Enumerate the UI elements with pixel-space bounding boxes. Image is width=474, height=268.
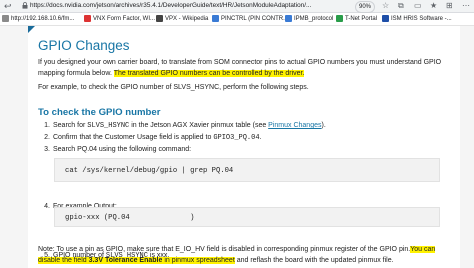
extensions-icon[interactable]: ⧉ xyxy=(398,0,404,12)
bookmark-item[interactable]: T-Net Portal xyxy=(336,13,377,25)
bookmark-favicon-icon xyxy=(285,14,292,22)
bookmark-favicon-icon xyxy=(212,14,219,22)
page-corner-decoration xyxy=(28,26,35,33)
section-heading: To check the GPIO number xyxy=(38,107,161,118)
code-block-command: cat /sys/kernel/debug/gpio | grep PQ.04 xyxy=(54,158,440,182)
url-bar[interactable]: https://docs.nvidia.com/jetson/archives/… xyxy=(30,0,320,12)
browser-toolbar: ↩ https://docs.nvidia.com/jetson/archive… xyxy=(0,0,474,13)
lock-icon xyxy=(22,2,28,9)
page-background: GPIO Changes If you designed your own ca… xyxy=(0,26,474,268)
bookmark-item[interactable]: PINCTRL (PIN CONTR... xyxy=(212,13,288,25)
favorites-icon[interactable]: ★ xyxy=(430,0,437,12)
collections-icon[interactable]: ⊞ xyxy=(446,0,453,12)
intro-paragraph: If you designed your own carrier board, … xyxy=(38,59,442,77)
star-icon[interactable]: ☆ xyxy=(382,0,389,12)
page-title: GPIO Changes xyxy=(38,38,130,53)
step-3: 3. Search PQ.04 using the following comma… xyxy=(44,146,192,153)
bookmark-item[interactable]: http://192.168.10.6/fm... xyxy=(2,13,74,25)
bookmark-item[interactable]: VPX - Wikipedia xyxy=(156,13,208,25)
highlighted-text: The translated GPIO numbers can be contr… xyxy=(113,69,305,77)
bookmark-favicon-icon xyxy=(156,14,163,22)
bookmark-item[interactable]: VNX Form Factor, WI... xyxy=(84,13,155,25)
example-paragraph: For example, to check the GPIO number of… xyxy=(38,84,309,91)
back-icon[interactable]: ↩ xyxy=(4,0,12,12)
bookmark-favicon-icon xyxy=(2,14,9,22)
code-block-output: gpio-xxx (PQ.04 ) xyxy=(54,207,440,227)
step-1: 1. Search for SLVS_HSYNC in the Jetson AG… xyxy=(44,122,326,130)
zoom-indicator[interactable]: 90% xyxy=(355,1,376,13)
bookmark-item[interactable]: IPMB_protocol xyxy=(285,13,333,25)
bookmark-favicon-icon xyxy=(84,14,91,22)
more-icon[interactable]: ⋯ xyxy=(462,0,470,12)
doc-page: GPIO Changes If you designed your own ca… xyxy=(28,26,460,268)
bookmark-item[interactable]: ISM HRIS Software -... xyxy=(382,13,452,25)
bookmark-favicon-icon xyxy=(382,14,389,22)
bookmarks-bar: http://192.168.10.6/fm... VNX Form Facto… xyxy=(0,13,474,26)
step-2: 2. Confirm that the Customer Usage field … xyxy=(44,134,262,142)
pinmux-changes-link[interactable]: Pinmux Changes xyxy=(268,122,321,129)
sidebar-icon[interactable]: ▭ xyxy=(414,0,422,12)
note-paragraph: Note: To use a pin as GPIO, make sure th… xyxy=(38,246,436,264)
bookmark-favicon-icon xyxy=(336,14,343,22)
